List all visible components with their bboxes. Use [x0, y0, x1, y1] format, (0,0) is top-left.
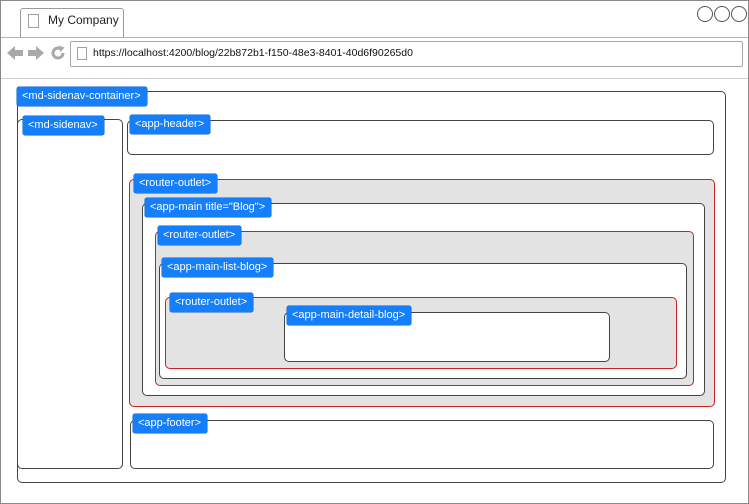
tab-title: My Company [48, 13, 119, 27]
document-icon [28, 14, 39, 28]
title-bar: My Company [1, 1, 748, 38]
back-arrow-icon[interactable] [7, 45, 24, 61]
browser-tab[interactable]: My Company [20, 8, 124, 37]
app-main-tag: <app-main title="Blog"> [145, 198, 272, 217]
sidenav-tag: <md-sidenav> [23, 116, 104, 135]
close-circle-icon[interactable] [731, 6, 747, 22]
router-outlet-tag-3: <router-outlet> [170, 293, 254, 312]
maximize-circle-icon[interactable] [714, 6, 730, 22]
browser-toolbar: https://localhost:4200/blog/22b872b1-f15… [1, 38, 748, 79]
router-outlet-tag-2: <router-outlet> [158, 226, 242, 245]
app-footer-tag: <app-footer> [133, 414, 207, 433]
address-bar[interactable]: https://localhost:4200/blog/22b872b1-f15… [70, 41, 743, 67]
reload-icon[interactable] [50, 45, 66, 61]
app-header-tag: <app-header> [130, 115, 211, 134]
app-header-box [127, 120, 714, 155]
browser-window: My Company https://localhost:4200/blog/2… [0, 0, 749, 504]
forward-arrow-icon[interactable] [27, 45, 44, 61]
app-footer-box [130, 420, 714, 469]
minimize-circle-icon[interactable] [697, 6, 713, 22]
sidenav-container-tag: <md-sidenav-container> [17, 87, 147, 106]
app-main-list-blog-tag: <app-main-list-blog> [162, 258, 274, 277]
router-outlet-tag-1: <router-outlet> [134, 174, 218, 193]
document-icon [77, 47, 87, 60]
url-text: https://localhost:4200/blog/22b872b1-f15… [93, 47, 413, 59]
sidenav-box [17, 119, 123, 469]
app-main-detail-blog-tag: <app-main-detail-blog> [287, 306, 412, 325]
